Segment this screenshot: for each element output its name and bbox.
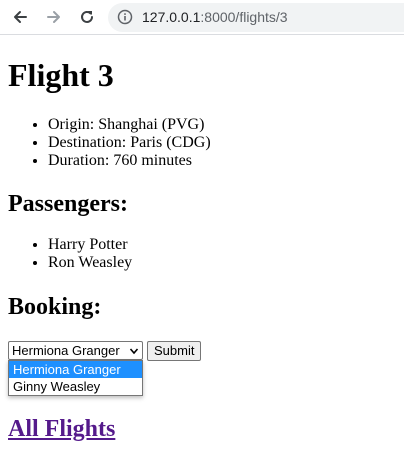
browser-toolbar: 127.0.0.1:8000/flights/3 bbox=[0, 0, 404, 35]
passenger-select-value: Hermiona Granger bbox=[12, 343, 120, 358]
arrow-right-icon bbox=[47, 11, 60, 23]
address-bar[interactable]: 127.0.0.1:8000/flights/3 bbox=[108, 3, 404, 32]
address-url: 127.0.0.1:8000/flights/3 bbox=[142, 9, 288, 25]
info-icon[interactable] bbox=[117, 9, 133, 25]
dropdown-option[interactable]: Hermiona Granger bbox=[9, 361, 142, 378]
passenger-item: Ron Weasley bbox=[48, 254, 132, 272]
page-title: Flight 3 bbox=[8, 57, 114, 93]
passengers-heading: Passengers: bbox=[8, 191, 128, 217]
detail-duration: Duration: 760 minutes bbox=[48, 152, 211, 170]
booking-heading: Booking: bbox=[8, 294, 102, 320]
all-flights-link[interactable]: All Flights bbox=[8, 415, 115, 443]
url-path: :8000/flights/3 bbox=[200, 9, 288, 25]
flight-details-list: Origin: Shanghai (PVG) Destination: Pari… bbox=[8, 116, 211, 170]
submit-button[interactable]: Submit bbox=[147, 341, 202, 361]
forward-button[interactable] bbox=[42, 5, 66, 29]
chevron-down-icon bbox=[129, 348, 139, 355]
passenger-dropdown-list: Hermiona Granger Ginny Weasley bbox=[8, 360, 143, 396]
reload-icon bbox=[81, 10, 93, 23]
dropdown-option[interactable]: Ginny Weasley bbox=[9, 378, 142, 395]
detail-origin: Origin: Shanghai (PVG) bbox=[48, 116, 211, 134]
arrow-left-icon bbox=[14, 11, 27, 23]
passenger-select[interactable]: Hermiona Granger bbox=[8, 341, 143, 360]
passenger-item: Harry Potter bbox=[48, 236, 132, 254]
url-host: 127.0.0.1 bbox=[142, 9, 201, 25]
passengers-list: Harry Potter Ron Weasley bbox=[8, 236, 132, 272]
reload-button[interactable] bbox=[75, 5, 99, 29]
back-button[interactable] bbox=[8, 5, 32, 29]
detail-destination: Destination: Paris (CDG) bbox=[48, 134, 211, 152]
